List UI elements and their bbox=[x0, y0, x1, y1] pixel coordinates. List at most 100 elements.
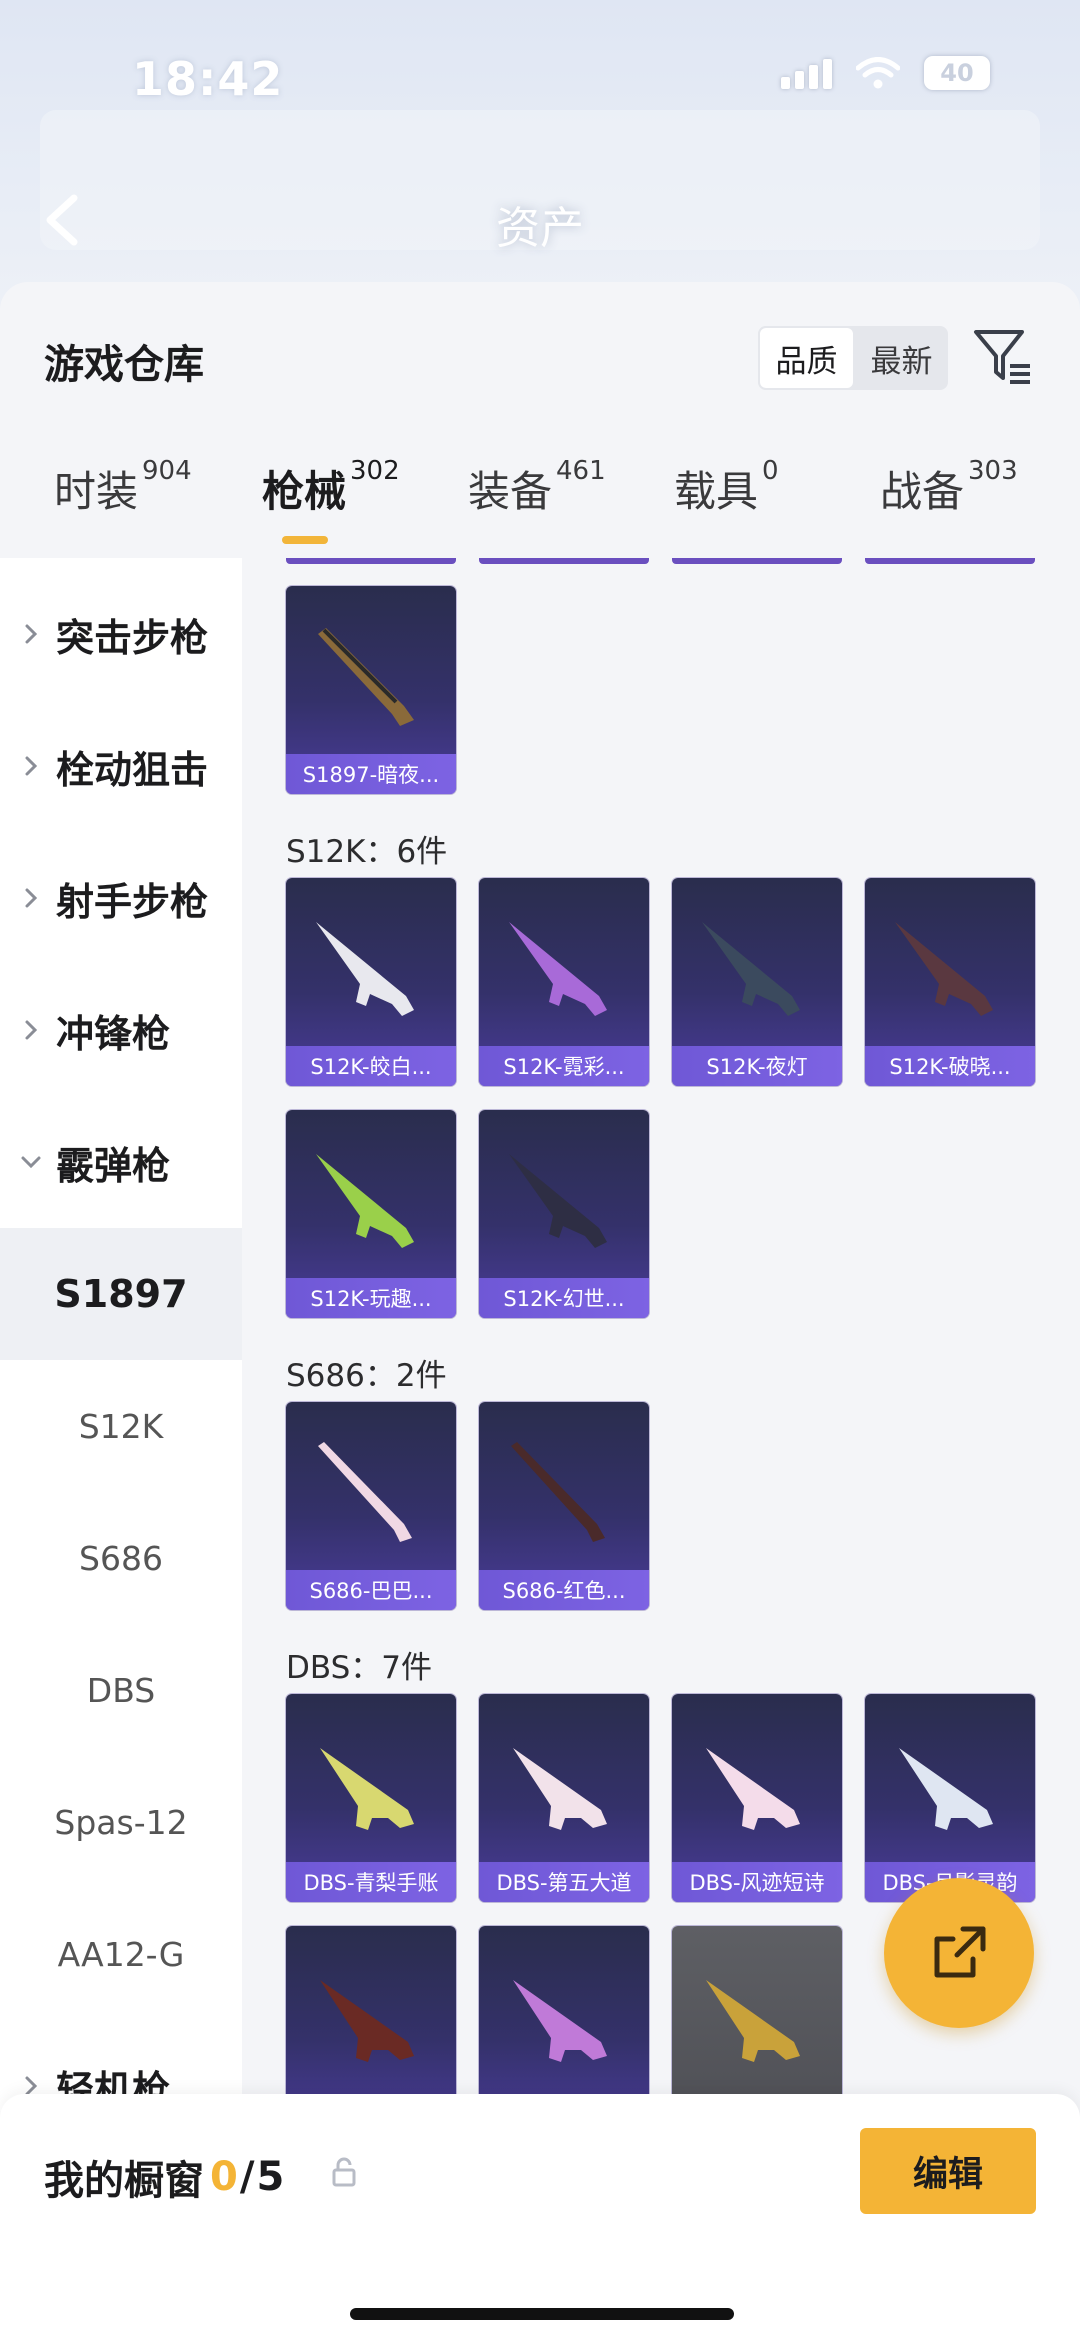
item-card[interactable]: S12K-破晓... bbox=[865, 878, 1035, 1086]
shotgun-icon bbox=[318, 628, 414, 726]
item-card[interactable]: S12K-幻世... bbox=[479, 1110, 649, 1318]
showcase-separator: / bbox=[239, 2154, 255, 2200]
sidebar-sub-s686[interactable]: S686 bbox=[0, 1492, 242, 1624]
item-name: S12K-玩趣... bbox=[286, 1278, 456, 1318]
sidebar-sub-s1897[interactable]: S1897 bbox=[0, 1228, 242, 1360]
tab-vehicles[interactable]: 载具 0 bbox=[674, 456, 779, 519]
chevron-down-icon bbox=[20, 1151, 42, 1173]
tab-firearms[interactable]: 枪械 302 bbox=[262, 456, 400, 519]
sidebar-item-bolt-sniper[interactable]: 栓动狙击 bbox=[0, 700, 242, 832]
sidebar-item-marksman-rifle[interactable]: 射手步枪 bbox=[0, 832, 242, 964]
tab-label: 装备 bbox=[468, 467, 553, 516]
shotgun-icon bbox=[513, 1748, 607, 1830]
category-tabs: 时装 904 枪械 302 装备 461 载具 0 战备 303 bbox=[0, 456, 1080, 548]
item-card[interactable]: S686-红色... bbox=[479, 1402, 649, 1610]
rifle-icon bbox=[509, 1154, 607, 1248]
sidebar-sub-dbs[interactable]: DBS bbox=[0, 1624, 242, 1756]
sheet-title: 游戏仓库 bbox=[44, 342, 204, 388]
tab-supplies[interactable]: 战备 303 bbox=[880, 456, 1018, 519]
rifle-icon bbox=[895, 922, 993, 1016]
status-time: 18:42 bbox=[132, 52, 284, 106]
showcase-status: 我的橱窗 0 / 5 bbox=[44, 2148, 284, 2206]
sidebar-sub-spas12[interactable]: Spas-12 bbox=[0, 1756, 242, 1888]
bottom-bar: 我的橱窗 0 / 5 编辑 bbox=[0, 2094, 1080, 2341]
shotgun-icon bbox=[899, 1748, 993, 1830]
item-name: S12K-幻世... bbox=[479, 1278, 649, 1318]
item-card[interactable]: S12K-皎白... bbox=[286, 878, 456, 1086]
item-name: DBS-风迹短诗 bbox=[672, 1862, 842, 1902]
partial-card bbox=[286, 558, 456, 564]
sort-option-newest[interactable]: 最新 bbox=[855, 326, 948, 390]
sort-option-quality[interactable]: 品质 bbox=[758, 326, 855, 390]
shotgun-icon bbox=[318, 1442, 412, 1542]
item-card[interactable]: S686-巴巴... bbox=[286, 1402, 456, 1610]
sidebar-item-label: 冲锋枪 bbox=[56, 1011, 171, 1056]
rifle-icon bbox=[509, 922, 607, 1016]
sidebar-item-smg[interactable]: 冲锋枪 bbox=[0, 964, 242, 1096]
partial-card bbox=[479, 558, 649, 564]
tab-skins[interactable]: 时装 904 bbox=[54, 456, 192, 519]
item-grid: S1897-暗夜... S12K：6件 S12K-皎白... S12K-霓彩..… bbox=[242, 558, 1080, 2098]
filter-icon bbox=[974, 330, 1030, 384]
item-name: S12K-破晓... bbox=[865, 1046, 1035, 1086]
item-card[interactable]: DBS-第五大道 bbox=[479, 1694, 649, 1902]
active-tab-indicator bbox=[282, 536, 328, 544]
tab-label: 载具 bbox=[674, 467, 759, 516]
wifi-icon bbox=[855, 57, 901, 89]
item-card[interactable]: S12K-玩趣... bbox=[286, 1110, 456, 1318]
shotgun-icon bbox=[706, 1980, 800, 2062]
sidebar-item-label: 栓动狙击 bbox=[56, 747, 209, 792]
item-card[interactable] bbox=[286, 1926, 456, 2098]
item-card[interactable] bbox=[672, 1926, 842, 2098]
warehouse-sheet: 游戏仓库 品质 最新 时装 904 枪械 302 装备 461 载具 0 战备 … bbox=[0, 282, 1080, 2341]
shotgun-icon bbox=[511, 1442, 605, 1542]
rifle-icon bbox=[702, 922, 800, 1016]
sort-toggle[interactable]: 品质 最新 bbox=[758, 326, 948, 390]
shotgun-icon bbox=[320, 1748, 414, 1830]
item-name: S686-巴巴... bbox=[286, 1570, 456, 1610]
item-name: S686-红色... bbox=[479, 1570, 649, 1610]
weapon-type-sidebar: 突击步枪 栓动狙击 射手步枪 冲锋枪 霰弹枪 S1897 S12K S686 D… bbox=[0, 558, 242, 2198]
share-button[interactable] bbox=[884, 1878, 1034, 2028]
tab-count: 461 bbox=[556, 456, 606, 486]
group-title-s686: S686：2件 bbox=[286, 1358, 447, 1394]
showcase-current: 0 bbox=[210, 2154, 238, 2200]
shotgun-icon bbox=[706, 1748, 800, 1830]
chevron-right-icon bbox=[20, 1019, 42, 1041]
rifle-icon bbox=[316, 1154, 414, 1248]
filter-button[interactable] bbox=[972, 326, 1034, 388]
shotgun-icon bbox=[320, 1980, 414, 2062]
battery-icon: 40 bbox=[924, 56, 990, 90]
chevron-right-icon bbox=[20, 623, 42, 645]
sidebar-sub-s12k[interactable]: S12K bbox=[0, 1360, 242, 1492]
sidebar-item-assault-rifle[interactable]: 突击步枪 bbox=[0, 568, 242, 700]
item-card[interactable]: S1897-暗夜... bbox=[286, 586, 456, 794]
item-name: DBS-第五大道 bbox=[479, 1862, 649, 1902]
sidebar-item-shotgun[interactable]: 霰弹枪 bbox=[0, 1096, 242, 1228]
item-card[interactable]: DBS-月影灵韵 bbox=[865, 1694, 1035, 1902]
cellular-signal-icon bbox=[781, 57, 832, 89]
partial-card bbox=[672, 558, 842, 564]
group-title-s12k: S12K：6件 bbox=[286, 834, 448, 870]
item-card[interactable]: DBS-风迹短诗 bbox=[672, 1694, 842, 1902]
edit-button[interactable]: 编辑 bbox=[860, 2128, 1036, 2214]
tab-label: 战备 bbox=[880, 467, 965, 516]
item-card[interactable] bbox=[479, 1926, 649, 2098]
partial-card bbox=[865, 558, 1035, 564]
tab-count: 303 bbox=[968, 456, 1018, 486]
tab-label: 枪械 bbox=[262, 467, 347, 516]
home-indicator bbox=[350, 2308, 734, 2320]
showcase-label: 我的橱窗 bbox=[44, 2158, 204, 2204]
sidebar-item-label: 射手步枪 bbox=[56, 879, 209, 924]
tab-equipment[interactable]: 装备 461 bbox=[468, 456, 606, 519]
status-icons: 40 bbox=[781, 56, 990, 90]
sidebar-item-label: 霰弹枪 bbox=[56, 1143, 171, 1188]
item-name: S1897-暗夜... bbox=[286, 754, 456, 794]
item-card[interactable]: DBS-青梨手账 bbox=[286, 1694, 456, 1902]
chevron-right-icon bbox=[20, 755, 42, 777]
item-name: S12K-皎白... bbox=[286, 1046, 456, 1086]
item-name: S12K-霓彩... bbox=[479, 1046, 649, 1086]
sidebar-sub-aa12g[interactable]: AA12-G bbox=[0, 1888, 242, 2020]
item-card[interactable]: S12K-霓彩... bbox=[479, 878, 649, 1086]
item-card[interactable]: S12K-夜灯 bbox=[672, 878, 842, 1086]
